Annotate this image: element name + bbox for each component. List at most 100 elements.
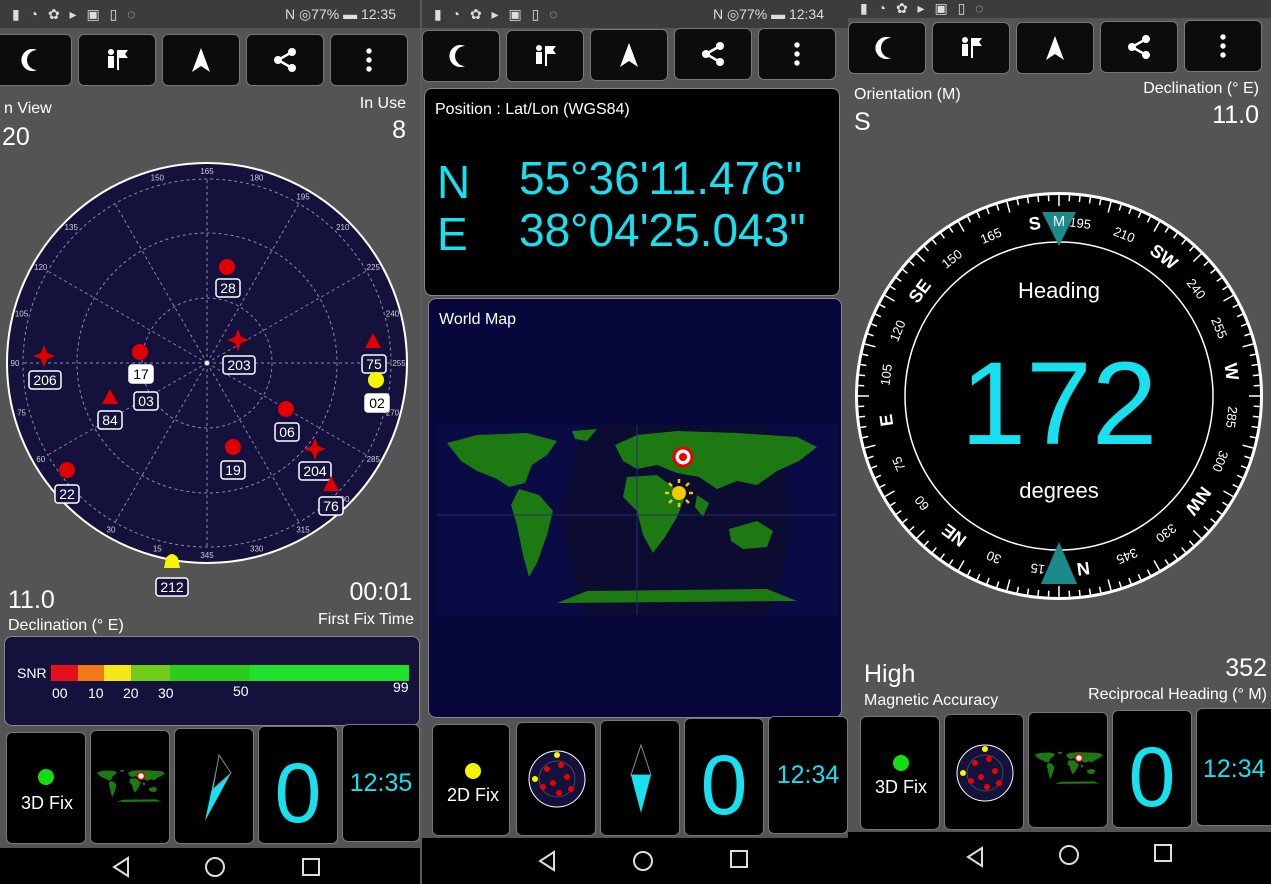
world-map-panel: World Map: [428, 298, 842, 718]
share-icon: [274, 48, 296, 72]
more-options-button[interactable]: [1184, 20, 1262, 72]
snr-seg-2: [104, 665, 131, 681]
sky-view-tile[interactable]: [516, 722, 596, 836]
world-map-tile[interactable]: [90, 730, 170, 844]
azimuth-tick-label: 15: [153, 544, 162, 553]
poi-button[interactable]: [506, 30, 584, 82]
snr-tick: 10: [88, 685, 104, 701]
count-tile[interactable]: 0: [258, 726, 338, 844]
sky-view-thumbnail-icon: [528, 750, 586, 808]
night-mode-button[interactable]: [848, 22, 926, 74]
snr-seg-0: [51, 665, 78, 681]
compass-tile[interactable]: [174, 728, 254, 844]
fix-status-tile[interactable]: 3D Fix: [860, 716, 940, 830]
snr-seg-1: [77, 665, 105, 681]
lat-hemisphere: N: [437, 156, 471, 208]
azimuth-tick-label: 285: [367, 455, 381, 464]
marker-label: M: [1053, 213, 1066, 230]
poi-icon: [536, 45, 556, 66]
share-icon: [1128, 35, 1150, 59]
navigate-button[interactable]: [1016, 22, 1094, 74]
first-fix-label: First Fix Time: [318, 611, 414, 628]
declination-label: Declination (° E): [1143, 80, 1259, 97]
count-value: 0: [1128, 730, 1176, 824]
in-use-value: 8: [392, 116, 406, 144]
navigate-button[interactable]: [590, 29, 668, 81]
azimuth-tick-label: 210: [336, 223, 350, 232]
in-view-value: 20: [2, 123, 30, 151]
status-icons: ▮ ◔ ✿ ▸ ▣ ▯ ◌: [860, 0, 987, 16]
fix-status-tile[interactable]: 2D Fix: [432, 724, 510, 836]
home-nav-button[interactable]: [202, 854, 228, 880]
toolbar: [422, 28, 848, 92]
status-icons: ▮ ◔ ✿ ▸ ▣ ▯ ◌: [434, 6, 561, 22]
back-nav-button[interactable]: [962, 844, 988, 870]
navigate-icon: [1046, 36, 1064, 60]
lat-value: 55°36'11.476": [519, 152, 803, 204]
fix-label: 3D Fix: [875, 777, 928, 797]
share-button[interactable]: [674, 28, 752, 80]
azimuth-tick-label: 180: [250, 174, 264, 183]
reciprocal-heading-value: 352: [1225, 654, 1267, 682]
share-icon: [702, 42, 724, 66]
count-value: 0: [700, 738, 748, 832]
satellite-id-label: 06: [279, 424, 295, 440]
azimuth-tick-label: 75: [17, 409, 26, 418]
declination-label: Declination (° E): [8, 617, 124, 634]
reciprocal-heading-label: Reciprocal Heading (° M): [1088, 686, 1267, 703]
snr-tick: 30: [158, 685, 174, 701]
sky-view-tile[interactable]: [944, 714, 1024, 830]
status-bar: ▮ ◔ ✿ ▸ ▣ ▯ ◌ N ◎77% ▬ 12:35: [0, 0, 420, 28]
nav-bar: [422, 838, 848, 884]
share-button[interactable]: [246, 34, 324, 86]
nav-bar: [848, 832, 1271, 884]
navigate-button[interactable]: [162, 34, 240, 86]
count-tile[interactable]: 0: [1112, 710, 1192, 828]
azimuth-tick-label: 60: [36, 455, 45, 464]
position-panel: Position : Lat/Lon (WGS84) N 55°36'11.47…: [424, 88, 840, 296]
fix-status-tile[interactable]: 3D Fix: [6, 732, 86, 844]
poi-button[interactable]: [932, 22, 1010, 74]
home-nav-button[interactable]: [630, 848, 656, 874]
time-value: 12:34: [1203, 755, 1266, 783]
more-vert-icon: [1220, 34, 1226, 58]
azimuth-tick-label: 150: [151, 174, 165, 183]
night-mode-button[interactable]: [422, 30, 500, 82]
recents-nav-button[interactable]: [1150, 840, 1176, 866]
sky-view-thumbnail-icon: [956, 744, 1014, 802]
azimuth-tick-label: 330: [250, 544, 264, 553]
status-battery-clock: N ◎77% ▬ 12:34: [712, 6, 824, 22]
compass-dial-label: 15: [1030, 560, 1046, 577]
azimuth-tick-label: 120: [34, 263, 48, 272]
accuracy-value: High: [864, 660, 916, 688]
satellite-id-label: 203: [227, 357, 251, 373]
night-mode-icon: [449, 45, 465, 67]
compass-tile[interactable]: [600, 720, 680, 836]
satellite-id-label: 76: [323, 498, 339, 514]
recents-nav-button[interactable]: [298, 854, 324, 880]
count-value: 0: [274, 746, 322, 840]
azimuth-tick-label: 90: [11, 359, 20, 368]
recents-nav-button[interactable]: [726, 846, 752, 872]
fix-label: 3D Fix: [21, 793, 74, 813]
satellite-id-label: 212: [160, 579, 184, 595]
share-button[interactable]: [1100, 21, 1178, 73]
compass-needle-icon: [630, 744, 652, 814]
poi-button[interactable]: [78, 34, 156, 86]
time-tile[interactable]: 12:34: [1196, 708, 1271, 826]
fix-indicator-icon: [465, 763, 481, 779]
back-nav-button[interactable]: [534, 848, 560, 874]
heading-value: 172: [961, 338, 1158, 470]
more-options-button[interactable]: [330, 34, 408, 86]
time-tile[interactable]: 12:34: [768, 716, 848, 834]
home-nav-button[interactable]: [1056, 842, 1082, 868]
time-tile[interactable]: 12:35: [342, 724, 420, 842]
count-tile[interactable]: 0: [684, 718, 764, 836]
more-options-button[interactable]: [758, 28, 836, 80]
orientation-value: S: [854, 108, 871, 136]
back-nav-button[interactable]: [108, 854, 134, 880]
snr-tick: 00: [52, 685, 68, 701]
azimuth-tick-label: 315: [296, 525, 310, 534]
world-map-tile[interactable]: [1028, 712, 1108, 828]
night-mode-button[interactable]: [0, 34, 72, 86]
